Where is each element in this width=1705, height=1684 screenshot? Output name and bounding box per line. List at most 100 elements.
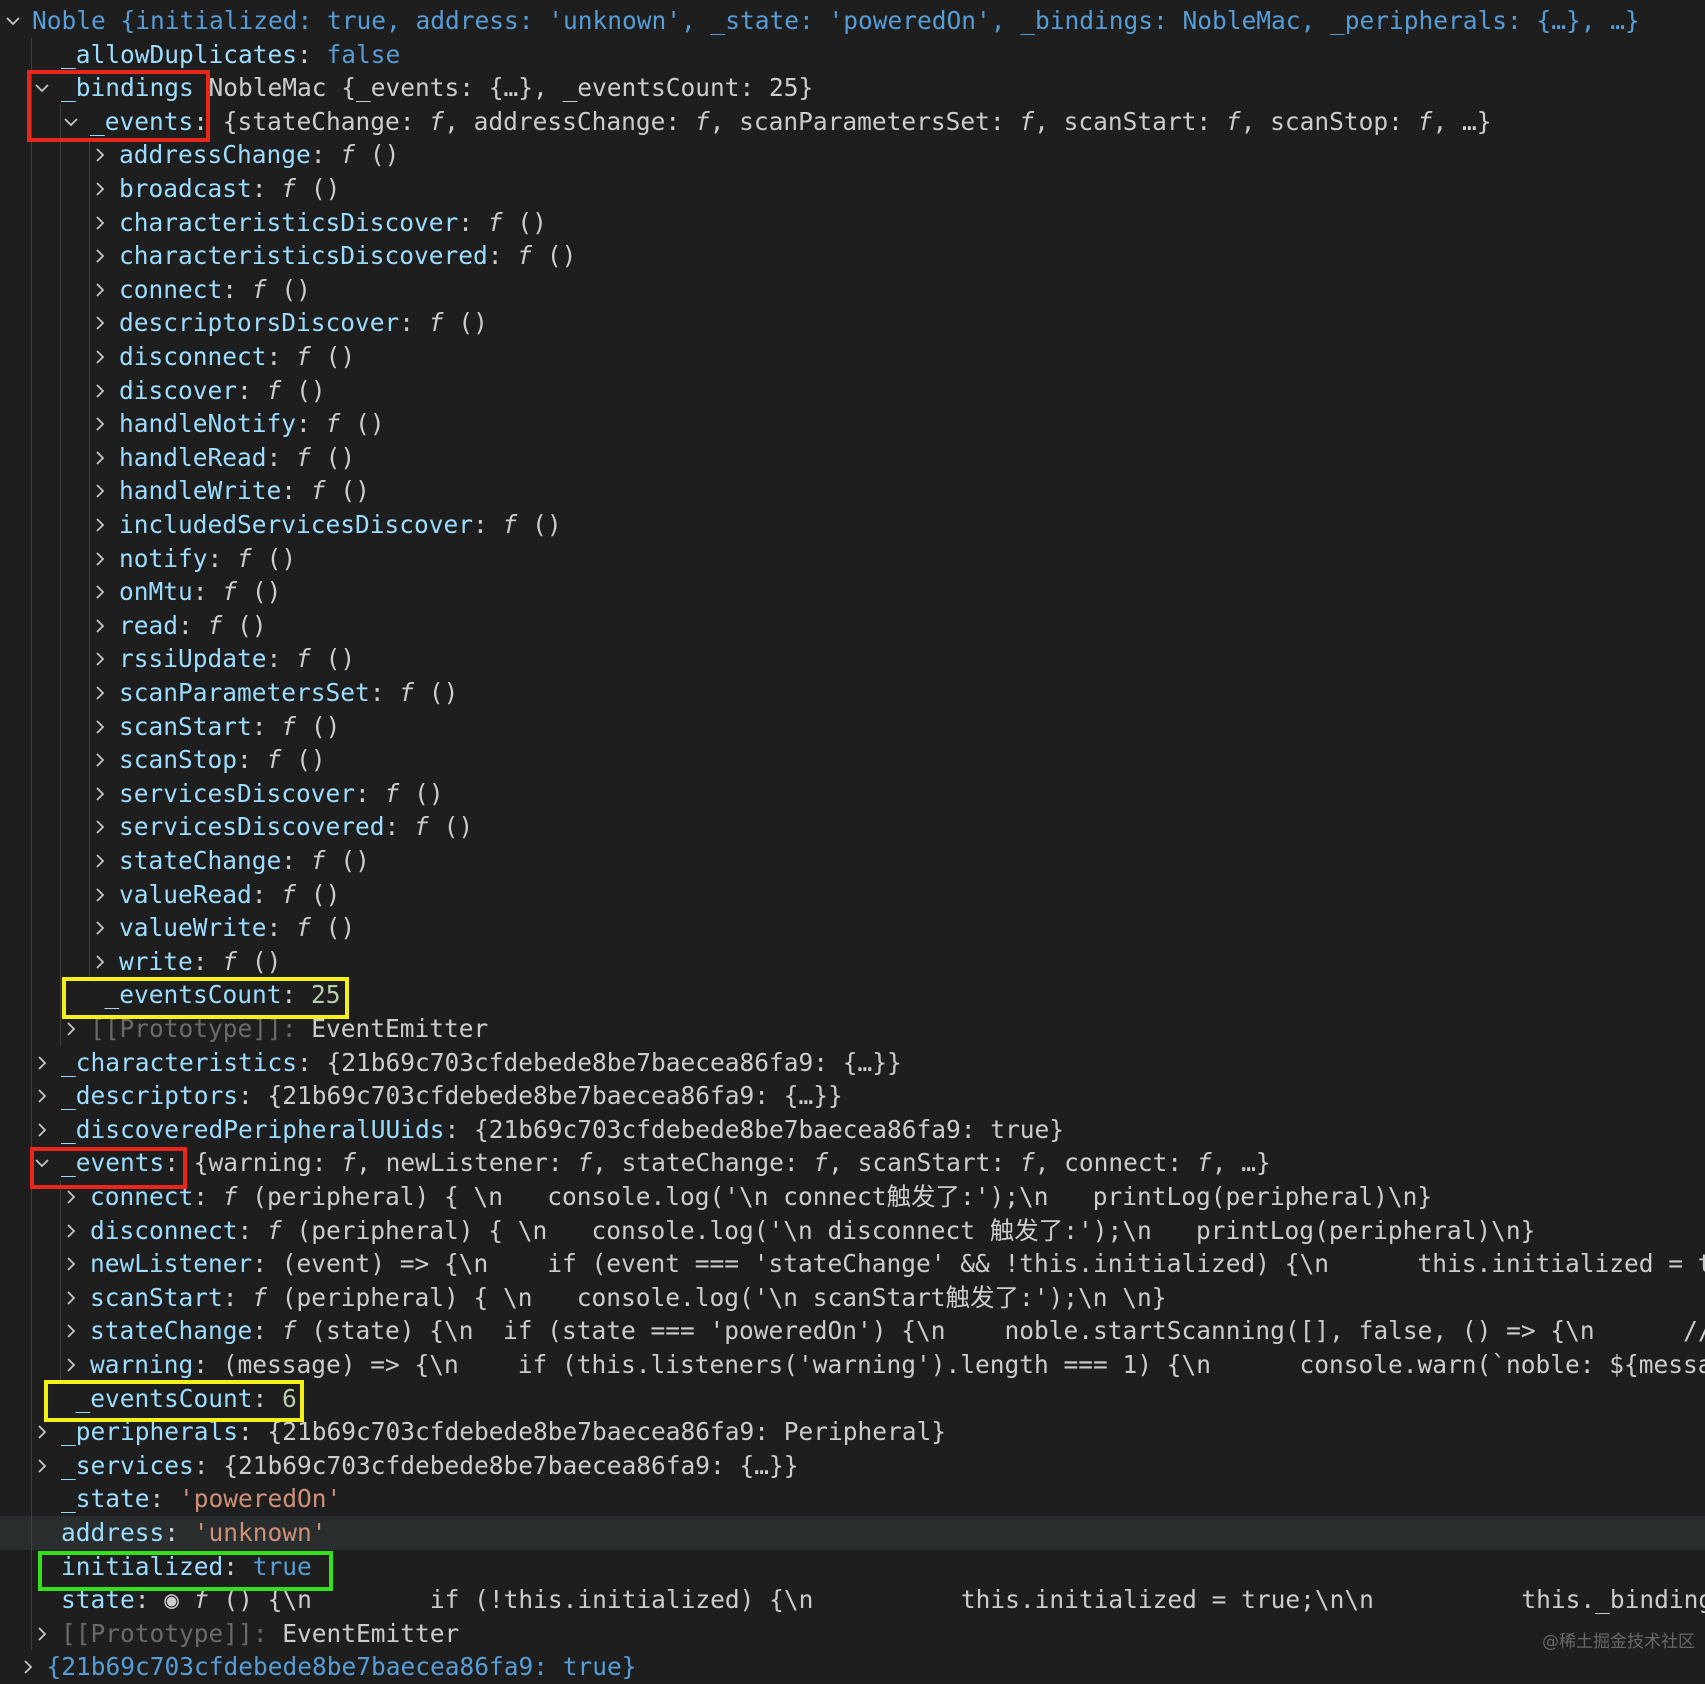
tree-row[interactable]: servicesDiscovered: f () [0, 810, 1705, 844]
tree-row[interactable]: servicesDiscover: f () [0, 777, 1705, 811]
function-marker: f [237, 543, 252, 573]
tree-row[interactable]: scanStart: f () [0, 710, 1705, 744]
chevron-down-icon[interactable] [2, 4, 24, 38]
chevron-right-icon[interactable] [89, 441, 111, 475]
function-parens: () [296, 745, 326, 775]
chevron-right-icon[interactable] [60, 1281, 82, 1315]
tree-row[interactable]: onMtu: f () [0, 575, 1705, 609]
chevron-right-icon[interactable] [89, 138, 111, 172]
tree-row[interactable]: stateChange: f (state) {\n if (state ===… [0, 1314, 1705, 1348]
property-value: , addressChange: [444, 106, 695, 136]
tree-row[interactable]: address: 'unknown' [0, 1516, 1705, 1550]
chevron-right-icon[interactable] [89, 172, 111, 206]
chevron-right-icon[interactable] [60, 1348, 82, 1382]
tree-row[interactable]: write: f () [0, 945, 1705, 979]
tree-row[interactable]: _discoveredPeripheralUUids: {21b69c703cf… [0, 1113, 1705, 1147]
tree-row[interactable]: _allowDuplicates: false [0, 38, 1705, 72]
chevron-right-icon[interactable] [89, 676, 111, 710]
chevron-right-icon[interactable] [31, 1079, 53, 1113]
tree-row[interactable]: Noble {initialized: true, address: 'unkn… [0, 4, 1705, 38]
tree-row[interactable]: _events: {stateChange: f, addressChange:… [0, 105, 1705, 139]
tree-row[interactable]: {21b69c703cfdebede8be7baecea86fa9: true} [0, 1650, 1705, 1684]
tree-row[interactable]: valueWrite: f () [0, 911, 1705, 945]
tree-row[interactable]: _events: {warning: f, newListener: f, st… [0, 1146, 1705, 1180]
tree-row[interactable]: handleRead: f () [0, 441, 1705, 475]
tree-row[interactable]: [[Prototype]]: EventEmitter [0, 1617, 1705, 1651]
tree-row-content: [[Prototype]]: EventEmitter [61, 1617, 459, 1651]
chevron-right-icon[interactable] [89, 407, 111, 441]
chevron-right-icon[interactable] [31, 1617, 53, 1651]
property-key: servicesDiscover [119, 778, 356, 808]
tree-row[interactable]: _bindings NobleMac {_events: {…}, _event… [0, 71, 1705, 105]
tree-row[interactable]: valueRead: f () [0, 878, 1705, 912]
chevron-right-icon[interactable] [89, 710, 111, 744]
tree-row[interactable]: notify: f () [0, 542, 1705, 576]
chevron-right-icon[interactable] [89, 374, 111, 408]
function-parens: () [266, 543, 297, 573]
tree-row[interactable]: includedServicesDiscover: f () [0, 508, 1705, 542]
tree-row-content: descriptorsDiscover: f () [119, 308, 488, 338]
chevron-right-icon[interactable] [60, 1214, 82, 1248]
tree-row[interactable]: discover: f () [0, 374, 1705, 408]
tree-row[interactable]: characteristicsDiscover: f () [0, 206, 1705, 240]
chevron-right-icon[interactable] [89, 777, 111, 811]
tree-row[interactable]: warning: (message) => {\n if (this.liste… [0, 1348, 1705, 1382]
chevron-right-icon[interactable] [89, 810, 111, 844]
property-value: f [1225, 106, 1241, 136]
property-key: _state [61, 1484, 150, 1514]
property-value: f [694, 106, 710, 136]
chevron-right-icon[interactable] [89, 474, 111, 508]
tree-row[interactable]: handleNotify: f () [0, 407, 1705, 441]
tree-row[interactable]: characteristicsDiscovered: f () [0, 239, 1705, 273]
tree-row[interactable]: _services: {21b69c703cfdebede8be7baecea8… [0, 1449, 1705, 1483]
property-value: f [222, 1182, 238, 1211]
tree-row[interactable]: connect: f (peripheral) { \n console.log… [0, 1180, 1705, 1214]
tree-row[interactable]: _characteristics: {21b69c703cfdebede8be7… [0, 1046, 1705, 1080]
chevron-right-icon[interactable] [89, 542, 111, 576]
tree-row[interactable]: connect: f () [0, 273, 1705, 307]
tree-row[interactable]: stateChange: f () [0, 844, 1705, 878]
chevron-right-icon[interactable] [31, 1449, 53, 1483]
tree-row[interactable]: disconnect: f () [0, 340, 1705, 374]
property-value: f [267, 1215, 282, 1245]
chevron-right-icon[interactable] [89, 206, 111, 240]
property-value: f [577, 1148, 593, 1178]
tree-row[interactable]: _state: 'poweredOn' [0, 1482, 1705, 1516]
chevron-right-icon[interactable] [89, 945, 111, 979]
tree-row[interactable]: scanStart: f (peripheral) { \n console.l… [0, 1281, 1705, 1315]
chevron-right-icon[interactable] [89, 306, 111, 340]
chevron-right-icon[interactable] [89, 340, 111, 374]
chevron-right-icon[interactable] [60, 1314, 82, 1348]
chevron-right-icon[interactable] [89, 911, 111, 945]
tree-row[interactable]: addressChange: f () [0, 138, 1705, 172]
tree-row[interactable]: handleWrite: f () [0, 474, 1705, 508]
chevron-right-icon[interactable] [89, 273, 111, 307]
chevron-right-icon[interactable] [89, 575, 111, 609]
tree-row[interactable]: scanParametersSet: f () [0, 676, 1705, 710]
chevron-right-icon[interactable] [89, 508, 111, 542]
chevron-right-icon[interactable] [89, 743, 111, 777]
tree-row[interactable]: broadcast: f () [0, 172, 1705, 206]
chevron-right-icon[interactable] [89, 609, 111, 643]
property-key: {21b69c703cfdebede8be7baecea86fa9: true} [46, 1652, 637, 1682]
function-marker: f [251, 274, 267, 304]
tree-row[interactable]: _descriptors: {21b69c703cfdebede8be7baec… [0, 1079, 1705, 1113]
chevron-right-icon[interactable] [89, 844, 111, 878]
chevron-right-icon[interactable] [31, 1046, 53, 1080]
tree-row-content: stateChange: f (state) {\n if (state ===… [90, 1314, 1705, 1348]
chevron-right-icon[interactable] [89, 239, 111, 273]
tree-row[interactable]: read: f () [0, 609, 1705, 643]
chevron-right-icon[interactable] [60, 1247, 82, 1281]
tree-row-content: handleNotify: f () [119, 409, 385, 439]
chevron-right-icon[interactable] [31, 1113, 53, 1147]
chevron-right-icon[interactable] [89, 642, 111, 676]
tree-row[interactable]: disconnect: f (peripheral) { \n console.… [0, 1214, 1705, 1248]
tree-row[interactable]: scanStop: f () [0, 743, 1705, 777]
tree-row[interactable]: descriptorsDiscover: f () [0, 306, 1705, 340]
tree-row[interactable]: newListener: (event) => {\n if (event ==… [0, 1247, 1705, 1281]
tree-row[interactable]: rssiUpdate: f () [0, 642, 1705, 676]
function-marker: f [296, 644, 311, 674]
chevron-right-icon[interactable] [89, 878, 111, 912]
chevron-right-icon[interactable] [17, 1650, 39, 1684]
function-parens: () [340, 846, 370, 875]
